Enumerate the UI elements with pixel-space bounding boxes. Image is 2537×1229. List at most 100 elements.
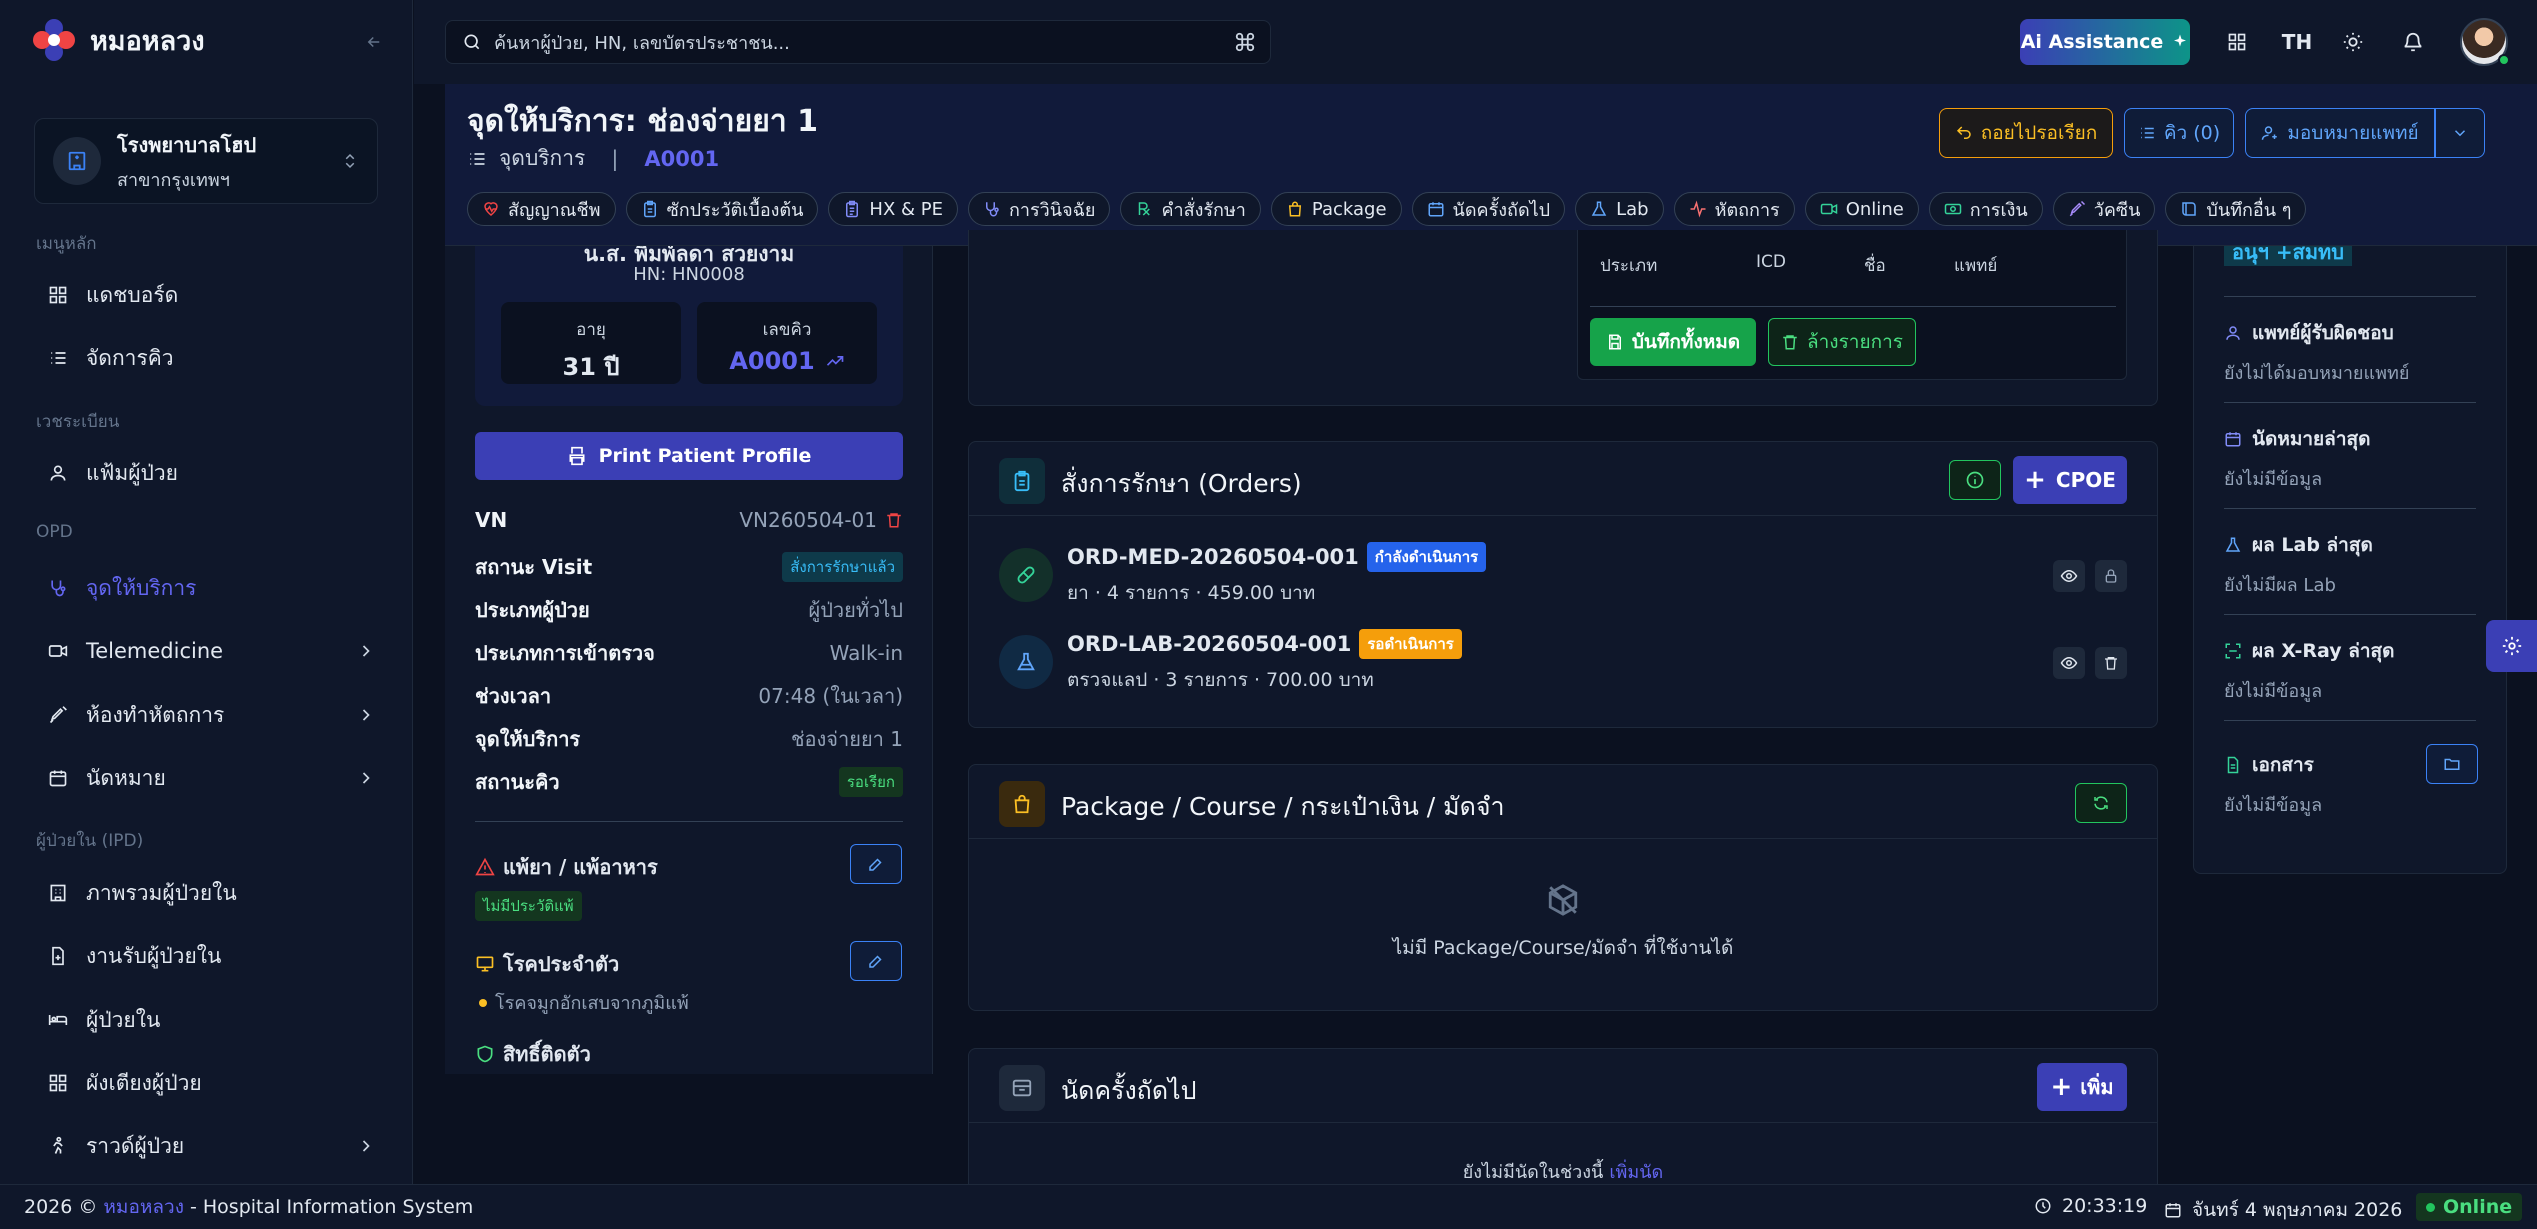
flask-icon bbox=[999, 635, 1053, 689]
calendar-icon bbox=[1428, 202, 1444, 217]
tab-5[interactable]: Package bbox=[1270, 192, 1402, 226]
sidebar-item-label: ผังเตียงผู้ป่วย bbox=[86, 1070, 202, 1095]
edit-icon bbox=[869, 858, 882, 871]
notifications-button[interactable] bbox=[2396, 25, 2430, 59]
clipboard-icon bbox=[999, 458, 1045, 504]
tab-6[interactable]: นัดครั้งถัดไป bbox=[1411, 192, 1566, 226]
trash-icon[interactable] bbox=[885, 511, 903, 529]
tab-label: หัตถการ bbox=[1714, 199, 1780, 221]
tab-10[interactable]: การเงิน bbox=[1928, 192, 2043, 226]
lock-icon bbox=[2105, 569, 2117, 583]
bag-icon bbox=[1288, 201, 1301, 217]
orders-card-header: สั่งการรักษา (Orders) + CPOE bbox=[969, 442, 2157, 516]
package-title: Package / Course / กระเป๋าเงิน / มัดจำ bbox=[1061, 792, 1505, 821]
eye-icon bbox=[2060, 569, 2078, 583]
settings-float-button[interactable] bbox=[2486, 620, 2537, 672]
open-documents-button[interactable] bbox=[2426, 744, 2478, 784]
age-value: 31 ปี bbox=[562, 353, 620, 381]
footer-brand[interactable]: หมอหลวง bbox=[103, 1192, 184, 1222]
orders-info-button[interactable] bbox=[1949, 460, 2001, 500]
sidebar-item-label: Telemedicine bbox=[86, 639, 224, 663]
breadcrumb-separator: | bbox=[611, 146, 619, 171]
shield-icon bbox=[477, 1045, 493, 1063]
folder-icon bbox=[2444, 758, 2460, 770]
sidebar-item-ipd-overview[interactable]: ภาพรวมผู้ป่วยใน bbox=[36, 871, 376, 915]
section-tabs: สัญญาณชีพ ซักประวัติเบื้องต้น HX & PE การวิ… bbox=[467, 192, 2307, 226]
doc-icon bbox=[2227, 756, 2239, 774]
sidebar-item-service-point[interactable]: จุดให้บริการ bbox=[36, 566, 376, 610]
refresh-package-button[interactable] bbox=[2075, 783, 2127, 823]
order-row[interactable]: ORD-MED-20260504-001 กำลังดำเนินการ ยา ·… bbox=[969, 542, 2157, 622]
tab-7[interactable]: Lab bbox=[1575, 192, 1664, 226]
tab-label: สัญญาณชีพ bbox=[508, 199, 601, 221]
divider bbox=[2224, 402, 2476, 403]
save-all-button[interactable]: บันทึกทั้งหมด bbox=[1590, 318, 1756, 366]
view-order-button[interactable] bbox=[2053, 647, 2085, 679]
tab-label: วัคซีน bbox=[2093, 199, 2141, 221]
edit-allergy-button[interactable] bbox=[850, 844, 902, 884]
tab-3[interactable]: การวินิจฉัย bbox=[968, 192, 1111, 226]
global-search[interactable]: ค้นหาผู้ป่วย, HN, เลขบัตรประชาชน... bbox=[445, 20, 1271, 64]
apps-button[interactable] bbox=[2220, 25, 2254, 59]
assign-doctor-dropdown[interactable] bbox=[2435, 108, 2485, 158]
delete-order-button[interactable] bbox=[2095, 647, 2127, 679]
print-profile-button[interactable]: Print Patient Profile bbox=[475, 432, 903, 480]
sidebar-item-telemedicine[interactable]: Telemedicine bbox=[36, 629, 376, 673]
cpoe-button[interactable]: + CPOE bbox=[2013, 456, 2127, 504]
order-status-badge: กำลังดำเนินการ bbox=[1366, 542, 1487, 572]
sidebar-item-queue[interactable]: จัดการคิว bbox=[36, 336, 376, 380]
ai-assistance-label: Ai Assistance bbox=[2020, 31, 2164, 53]
tab-12[interactable]: บันทึกอื่น ๆ bbox=[2165, 192, 2307, 226]
orders-title: สั่งการรักษา (Orders) bbox=[1061, 469, 1302, 498]
tab-4[interactable]: คำสั่งรักษา bbox=[1120, 192, 1261, 226]
tab-label: การเงิน bbox=[1969, 199, 2028, 221]
back-to-waiting-button[interactable]: ถอยไปรอเรียก bbox=[1939, 108, 2113, 158]
theme-toggle[interactable] bbox=[2336, 25, 2370, 59]
app-logo[interactable]: หมอหลวง bbox=[32, 18, 205, 62]
info-row-time: ช่วงเวลา 07:48 (ในเวลา) bbox=[475, 684, 903, 708]
tab-2[interactable]: HX & PE bbox=[828, 192, 958, 226]
edit-disease-button[interactable] bbox=[850, 941, 902, 981]
collapse-sidebar-button[interactable] bbox=[358, 28, 390, 56]
tab-8[interactable]: หัตถการ bbox=[1673, 192, 1795, 226]
sidebar-item-ipd-admission[interactable]: งานรับผู้ป่วยใน bbox=[36, 934, 376, 978]
sidebar-item-label: ราวด์ผู้ป่วย bbox=[86, 1133, 185, 1158]
user-plus-icon bbox=[2262, 126, 2278, 140]
queue-value: A0001 bbox=[729, 347, 815, 375]
lock-order-button[interactable] bbox=[2095, 560, 2127, 592]
sidebar-item-dashboard[interactable]: แดชบอร์ด bbox=[36, 273, 376, 317]
sidebar-item-rounds[interactable]: ราวด์ผู้ป่วย bbox=[36, 1124, 376, 1168]
tab-label: Online bbox=[1845, 198, 1904, 220]
order-row[interactable]: ORD-LAB-20260504-001 รอดำเนินการ ตรวจแลป… bbox=[969, 629, 2157, 709]
queue-count-button[interactable]: คิว (0) bbox=[2124, 108, 2234, 158]
search-input[interactable]: ค้นหาผู้ป่วย, HN, เลขบัตรประชาชน... bbox=[494, 28, 790, 57]
view-order-button[interactable] bbox=[2053, 560, 2085, 592]
app-name: หมอหลวง bbox=[90, 25, 205, 57]
tab-label: นัดครั้งถัดไป bbox=[1452, 199, 1551, 221]
divider bbox=[2224, 720, 2476, 721]
scan-icon bbox=[2225, 643, 2241, 659]
appointment-empty: ยังไม่มีนัดในช่วงนี้ เพิ่มนัด bbox=[969, 1157, 2157, 1186]
sidebar-item-label: งานรับผู้ป่วยใน bbox=[86, 943, 222, 968]
sidebar-item-bed-map[interactable]: ผังเตียงผู้ป่วย bbox=[36, 1061, 376, 1105]
org-switcher[interactable]: โรงพยาบาลโฮป สาขากรุงเทพฯ bbox=[34, 118, 378, 204]
info-row-visit-status: สถานะ Visit สั่งการรักษาแล้ว bbox=[475, 551, 903, 583]
add-appointment-link[interactable]: เพิ่มนัด bbox=[1609, 1157, 1663, 1186]
sidebar-item-procedure-room[interactable]: ห้องทำหัตถการ bbox=[36, 693, 376, 737]
grid-icon bbox=[49, 1074, 67, 1092]
add-appointment-button[interactable]: + เพิ่ม bbox=[2037, 1063, 2127, 1111]
connection-status: Online bbox=[2416, 1193, 2523, 1221]
tab-11[interactable]: วัคซีน bbox=[2052, 192, 2156, 226]
tab-9[interactable]: Online bbox=[1804, 192, 1919, 226]
list-icon bbox=[51, 352, 66, 364]
tab-1[interactable]: ซักประวัติเบื้องต้น bbox=[625, 192, 819, 226]
sidebar-item-appointments[interactable]: นัดหมาย bbox=[36, 756, 376, 800]
sidebar-item-patients[interactable]: แฟ้มผู้ป่วย bbox=[36, 451, 376, 495]
ai-assistance-button[interactable]: Ai Assistance bbox=[2020, 19, 2190, 65]
tab-label: ซักประวัติเบื้องต้น bbox=[666, 199, 804, 221]
clear-list-button[interactable]: ล้างรายการ bbox=[1768, 318, 1916, 366]
tab-0[interactable]: สัญญาณชีพ bbox=[467, 192, 616, 226]
language-switch[interactable]: TH bbox=[2280, 25, 2314, 59]
assign-doctor-button[interactable]: มอบหมายแพทย์ bbox=[2245, 108, 2435, 158]
sidebar-item-inpatients[interactable]: ผู้ป่วยใน bbox=[36, 998, 376, 1042]
